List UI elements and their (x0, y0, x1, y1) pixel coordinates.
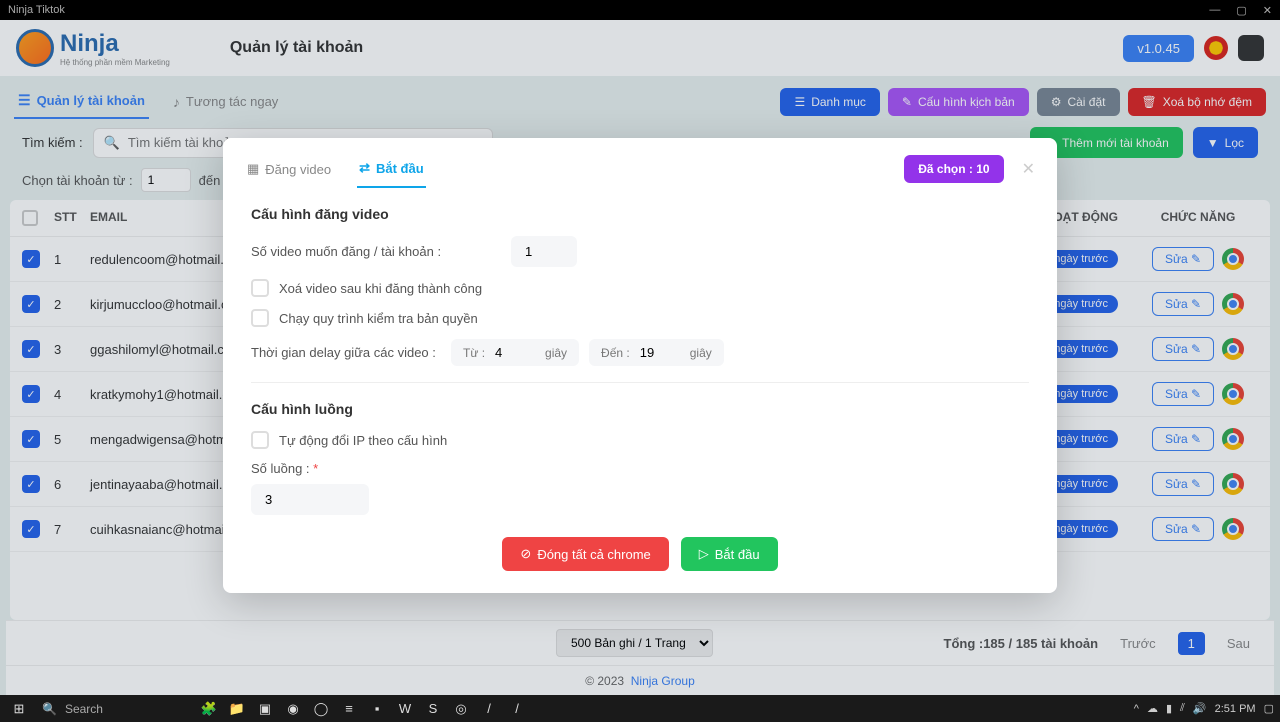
minimize-icon[interactable]: — (1209, 4, 1220, 17)
close-all-chrome-button[interactable]: ⊘Đóng tất cả chrome (502, 537, 668, 571)
battery-icon[interactable]: ▮ (1166, 702, 1172, 715)
modal-overlay: ▦Đăng video ⇄Bắt đầu Đã chọn : 10 ✕ Cấu … (0, 20, 1280, 695)
volume-icon[interactable]: 🔊 (1193, 702, 1207, 715)
delay-from-input[interactable] (495, 345, 535, 360)
chrome-icon[interactable]: ◯ (308, 698, 334, 720)
window-title-bar: Ninja Tiktok — ▢ ✕ (0, 0, 1280, 20)
taskbar-app-icon[interactable]: ◎ (448, 698, 474, 720)
search-icon: 🔍 (42, 702, 57, 716)
close-icon[interactable]: ✕ (1263, 4, 1272, 17)
windows-taskbar: ⊞ 🔍Search 🧩 📁 ▣ ◉ ◯ ≡ ▪ W S ◎ / / ^ ☁ ▮ … (0, 695, 1280, 722)
auto-ip-label: Tự động đổi IP theo cấu hình (279, 433, 447, 448)
file-explorer-icon[interactable]: 📁 (224, 698, 250, 720)
modal-close-button[interactable]: ✕ (1022, 159, 1035, 179)
start-modal: ▦Đăng video ⇄Bắt đầu Đã chọn : 10 ✕ Cấu … (223, 138, 1057, 593)
sliders-icon: ⇄ (359, 160, 370, 176)
word-icon[interactable]: W (392, 698, 418, 720)
vscode-icon[interactable]: ≡ (336, 698, 362, 720)
taskbar-time[interactable]: 2:51 PM (1215, 703, 1256, 715)
threads-label: Số luồng : (251, 461, 310, 476)
ninja-app-icon[interactable]: / (476, 698, 502, 720)
threads-input[interactable] (251, 484, 369, 515)
taskbar-search[interactable]: 🔍Search (34, 702, 194, 716)
modal-tab-start[interactable]: ⇄Bắt đầu (357, 150, 426, 188)
start-button[interactable]: ▷Bắt đầu (681, 537, 778, 571)
play-icon: ▷ (699, 546, 709, 562)
delete-after-label: Xoá video sau khi đăng thành công (279, 281, 482, 296)
delay-label: Thời gian delay giữa các video : (251, 345, 451, 360)
chevron-up-icon[interactable]: ^ (1134, 703, 1139, 715)
videos-per-account-input[interactable] (511, 236, 577, 267)
video-icon: ▦ (247, 161, 259, 177)
start-menu-icon[interactable]: ⊞ (6, 698, 32, 720)
notification-icon[interactable]: ▢ (1264, 702, 1274, 715)
delay-to-input[interactable] (640, 345, 680, 360)
maximize-icon[interactable]: ▢ (1236, 4, 1246, 17)
taskbar-app-icon[interactable]: 🧩 (196, 698, 222, 720)
taskbar-app-icon[interactable]: ◉ (280, 698, 306, 720)
delete-after-checkbox[interactable] (251, 279, 269, 297)
skype-icon[interactable]: S (420, 698, 446, 720)
videos-per-account-label: Số video muốn đăng / tài khoản : (251, 244, 511, 259)
terminal-icon[interactable]: ▪ (364, 698, 390, 720)
cloud-icon[interactable]: ☁ (1147, 702, 1158, 715)
modal-tab-upload[interactable]: ▦Đăng video (245, 150, 333, 188)
section-video-title: Cấu hình đăng video (251, 206, 1029, 222)
auto-ip-checkbox[interactable] (251, 431, 269, 449)
section-thread-title: Cấu hình luồng (251, 401, 1029, 417)
check-copyright-checkbox[interactable] (251, 309, 269, 327)
close-circle-icon: ⊘ (520, 546, 531, 562)
network-icon[interactable]: ⫽ (1180, 702, 1185, 715)
taskbar-app-icon[interactable]: ▣ (252, 698, 278, 720)
ninja-app-icon[interactable]: / (504, 698, 530, 720)
check-copyright-label: Chạy quy trình kiểm tra bản quyền (279, 311, 478, 326)
window-title: Ninja Tiktok (8, 4, 65, 16)
selected-count-badge: Đã chọn : 10 (904, 155, 1003, 183)
